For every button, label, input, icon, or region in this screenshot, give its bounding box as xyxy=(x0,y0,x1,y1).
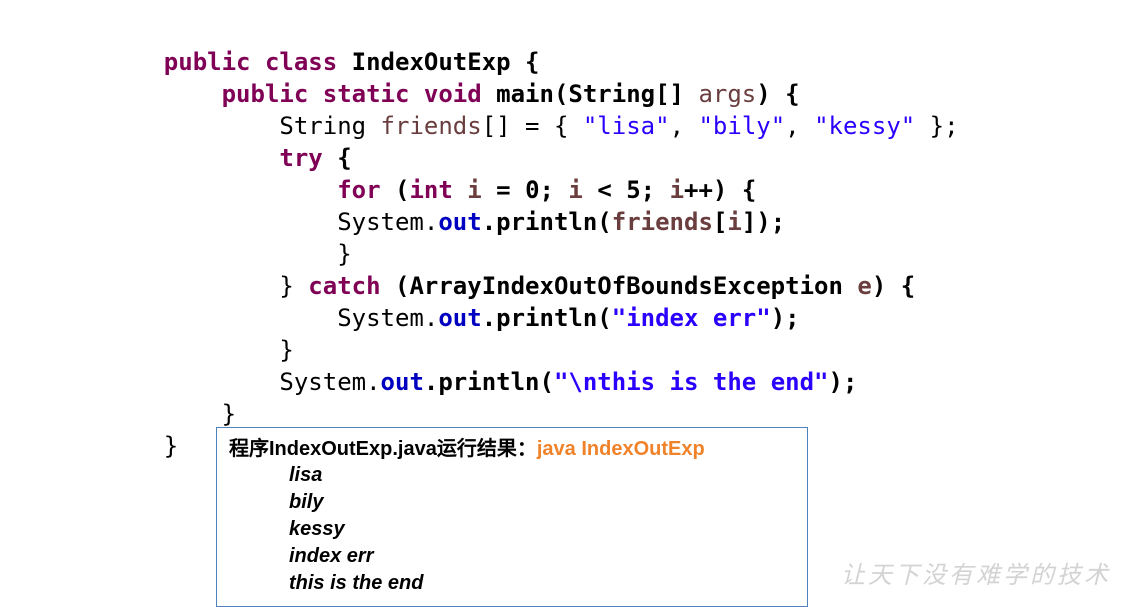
code-text: } xyxy=(163,272,309,300)
field-out: out xyxy=(438,304,482,332)
code-text: .println( xyxy=(481,304,612,332)
code-text: String xyxy=(163,112,381,140)
keyword-int: int xyxy=(409,176,453,204)
code-text: } xyxy=(163,240,352,268)
program-output: lisa bily kessy index err this is the en… xyxy=(289,462,423,597)
code-text: System. xyxy=(163,368,381,396)
variable-i: i xyxy=(568,176,583,204)
code-text: }; xyxy=(915,112,959,140)
code-text: ++) { xyxy=(684,176,757,204)
code-text: , xyxy=(669,112,699,140)
keyword-catch: catch xyxy=(308,272,381,300)
watermark: 让天下没有难学的技术 xyxy=(841,561,1111,589)
keyword-public: public xyxy=(163,48,251,76)
variable-friends: friends xyxy=(380,112,482,140)
class-declaration: IndexOutExp { xyxy=(337,48,540,76)
output-line: index err xyxy=(289,545,374,567)
java-code-listing: public class IndexOutExp { public static… xyxy=(106,14,986,460)
keyword-class: class xyxy=(264,48,338,76)
variable-friends: friends xyxy=(611,208,713,236)
keyword-public: public xyxy=(221,80,309,108)
code-text: } xyxy=(163,336,294,364)
code-text: [] = { xyxy=(481,112,583,140)
keyword-for: for xyxy=(337,176,381,204)
code-text: ); xyxy=(828,368,858,396)
string-literal: "\nthis is the end" xyxy=(553,368,829,396)
code-text: < 5; xyxy=(582,176,670,204)
run-result-header: 程序IndexOutExp.java运行结果：java IndexOutExp xyxy=(229,436,705,462)
code-text: } xyxy=(163,400,237,428)
run-command: java IndexOutExp xyxy=(536,438,705,460)
code-text: ( xyxy=(380,176,410,204)
output-line: kessy xyxy=(289,518,345,540)
run-result-box: 程序IndexOutExp.java运行结果：java IndexOutExp … xyxy=(216,427,808,607)
code-text: ); xyxy=(770,304,800,332)
code-line: } xyxy=(106,398,986,460)
code-text: .println( xyxy=(423,368,554,396)
code-text: ) { xyxy=(756,80,800,108)
string-literal: "bily" xyxy=(698,112,786,140)
code-text: [ xyxy=(712,208,728,236)
run-result-label: 程序IndexOutExp.java运行结果： xyxy=(229,438,537,460)
field-out: out xyxy=(438,208,482,236)
variable-i: i xyxy=(467,176,482,204)
code-text: .println( xyxy=(481,208,612,236)
method-signature: main(String[] xyxy=(481,80,699,108)
output-line: bily xyxy=(289,491,324,513)
code-text: = 0; xyxy=(481,176,569,204)
keyword-try: try xyxy=(279,144,323,172)
variable-i: i xyxy=(727,208,742,236)
code-text: ]); xyxy=(741,208,786,236)
code-text: { xyxy=(322,144,352,172)
variable-e: e xyxy=(857,272,872,300)
code-text: } xyxy=(163,432,179,460)
output-line: lisa xyxy=(289,464,323,486)
code-text: System. xyxy=(163,304,439,332)
code-line: public class IndexOutExp { xyxy=(106,14,986,76)
code-text: (ArrayIndexOutOfBoundsException xyxy=(380,272,858,300)
keyword-void: void xyxy=(423,80,482,108)
field-out: out xyxy=(380,368,424,396)
string-literal: "kessy" xyxy=(814,112,916,140)
code-text: System. xyxy=(163,208,439,236)
output-line: this is the end xyxy=(289,572,424,594)
variable-args: args xyxy=(698,80,757,108)
string-literal: "index err" xyxy=(611,304,771,332)
code-text: ) { xyxy=(871,272,916,300)
keyword-static: static xyxy=(322,80,410,108)
string-literal: "lisa" xyxy=(582,112,670,140)
code-text: , xyxy=(785,112,815,140)
variable-i: i xyxy=(669,176,685,204)
